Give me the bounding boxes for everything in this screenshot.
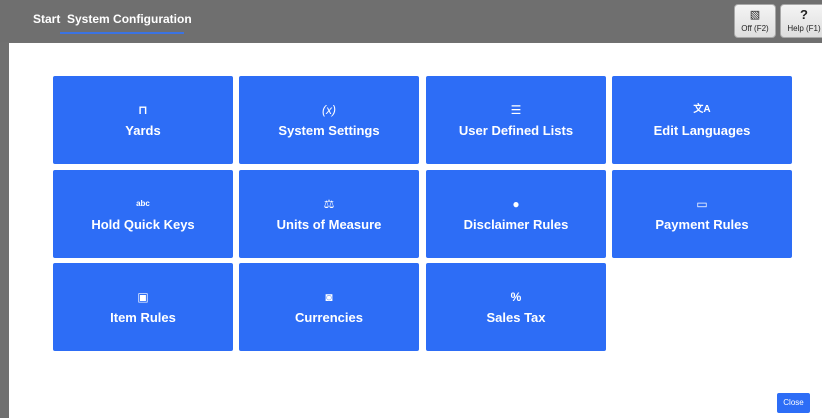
help-button[interactable]: ? Help (F1) (780, 4, 822, 38)
question-icon: ? (800, 7, 808, 22)
ticket-icon: ▣ (137, 290, 149, 304)
active-tab-indicator (60, 32, 184, 34)
credit-card-icon: ▭ (696, 197, 708, 211)
scale-icon: ⚖ (323, 197, 335, 211)
tile-label: Hold Quick Keys (91, 217, 195, 232)
tile-edit-languages[interactable]: 文A Edit Languages (612, 76, 792, 164)
no-video-icon: ▧ (749, 9, 761, 21)
tile-system-settings[interactable]: (x) System Settings (239, 76, 419, 164)
translate-icon: 文A (693, 104, 711, 115)
tile-hold-quick-keys[interactable]: abc Hold Quick Keys (53, 170, 233, 258)
help-button-label: Help (F1) (787, 24, 821, 33)
close-button[interactable]: Close (777, 393, 810, 413)
tile-label: System Settings (278, 123, 380, 138)
yard-icon: ⊓ (138, 103, 148, 117)
tile-label: Units of Measure (276, 217, 382, 232)
tile-yards[interactable]: ⊓ Yards (53, 76, 233, 164)
tile-units-of-measure[interactable]: ⚖ Units of Measure (239, 170, 419, 258)
alert-icon: ● (512, 197, 520, 211)
tile-disclaimer-rules[interactable]: ● Disclaimer Rules (426, 170, 606, 258)
off-button[interactable]: ▧ Off (F2) (734, 4, 776, 38)
tile-label: Payment Rules (655, 217, 749, 232)
list-icon: ☰ (510, 103, 522, 117)
percent-icon: % (510, 290, 522, 304)
tile-label: Sales Tax (486, 310, 546, 325)
tile-item-rules[interactable]: ▣ Item Rules (53, 263, 233, 351)
tab-system-configuration[interactable]: System Configuration (67, 12, 192, 26)
tile-sales-tax[interactable]: % Sales Tax (426, 263, 606, 351)
tile-label: Currencies (295, 310, 363, 325)
tab-start[interactable]: Start (33, 12, 60, 26)
tile-payment-rules[interactable]: ▭ Payment Rules (612, 170, 792, 258)
variable-icon: (x) (322, 103, 336, 117)
config-panel: ⊓ Yards (x) System Settings ☰ User Defin… (9, 43, 822, 418)
money-icon: ◙ (325, 290, 333, 304)
tile-label: Item Rules (110, 310, 176, 325)
tile-user-defined-lists[interactable]: ☰ User Defined Lists (426, 76, 606, 164)
tile-label: Yards (125, 123, 161, 138)
tile-currencies[interactable]: ◙ Currencies (239, 263, 419, 351)
tile-label: Disclaimer Rules (463, 217, 569, 232)
off-button-label: Off (F2) (741, 24, 769, 33)
top-bar: Start System Configuration ▧ Off (F2) ? … (0, 0, 822, 42)
tile-label: Edit Languages (653, 123, 751, 138)
tile-label: User Defined Lists (458, 123, 574, 138)
abc-icon: abc (136, 199, 150, 208)
